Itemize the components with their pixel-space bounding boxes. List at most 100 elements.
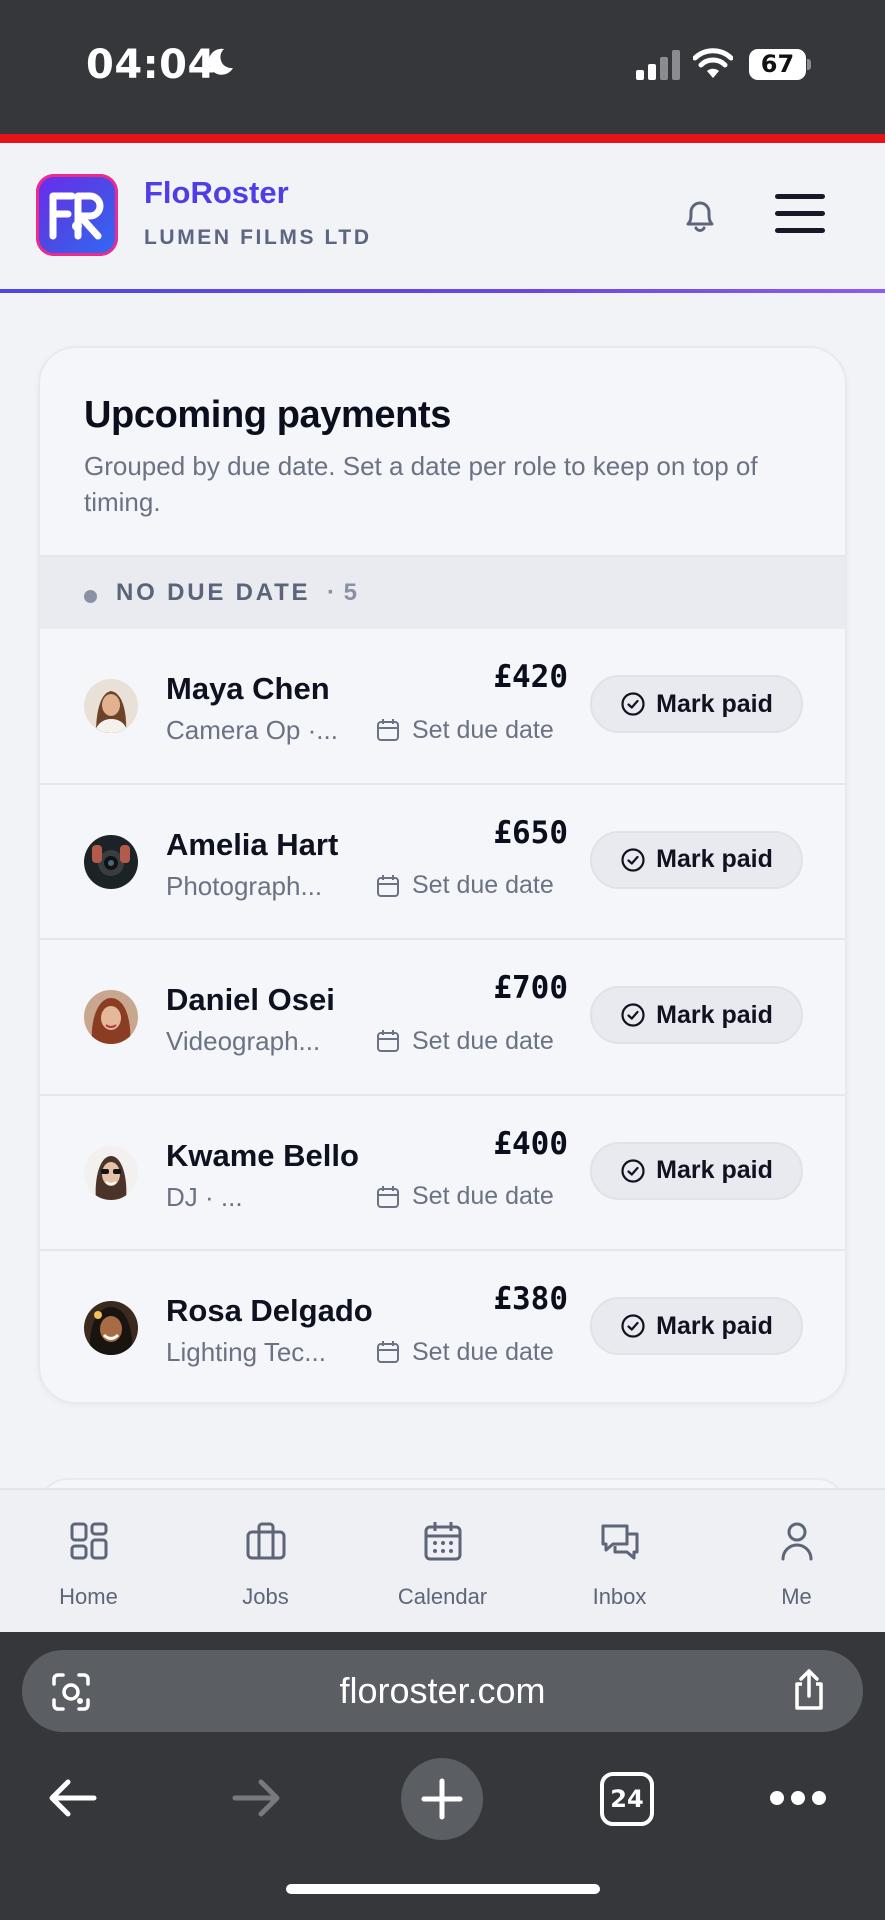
avatar xyxy=(84,990,138,1044)
status-bar: 04:04 67 xyxy=(0,0,885,134)
payment-list: Maya Chen Camera Op ·... £420 Set due da… xyxy=(40,629,845,1402)
card-subtitle: Grouped by due date. Set a date per role… xyxy=(84,451,758,517)
payment-amount: £700 xyxy=(493,970,568,1006)
app-logo[interactable] xyxy=(36,174,118,256)
nav-inbox-label: Inbox xyxy=(592,1584,647,1609)
payee-name: Amelia Hart xyxy=(166,826,339,862)
payment-row: Maya Chen Camera Op ·... £420 Set due da… xyxy=(40,629,845,785)
group-header-no-due-date: NO DUE DATE · 5 xyxy=(40,555,845,629)
set-due-date-label: Set due date xyxy=(412,1026,554,1055)
mark-paid-button[interactable]: Mark paid xyxy=(590,1141,803,1200)
battery-level: 67 xyxy=(749,49,806,80)
grid-icon xyxy=(70,1522,108,1560)
calendar-icon xyxy=(424,1522,462,1561)
check-circle-icon xyxy=(621,847,645,872)
home-indicator xyxy=(286,1884,600,1894)
new-tab-button[interactable] xyxy=(401,1758,483,1840)
set-due-date-label: Set due date xyxy=(412,1182,554,1210)
logo-mark-icon xyxy=(49,192,104,240)
org-name: LUMEN FILMS LTD xyxy=(144,226,372,249)
plus-icon xyxy=(421,1778,463,1820)
accent-line xyxy=(0,134,885,143)
payment-row: Kwame Bello DJ · ... £400 Set due date M… xyxy=(40,1096,845,1251)
check-circle-icon xyxy=(621,1003,645,1027)
url-text: floroster.com xyxy=(339,1670,546,1711)
check-circle-icon xyxy=(621,692,645,716)
mark-paid-button[interactable]: Mark paid xyxy=(590,830,803,889)
share-icon[interactable] xyxy=(788,1668,830,1712)
nav-jobs[interactable]: Jobs xyxy=(177,1490,354,1634)
mark-paid-button[interactable]: Mark paid xyxy=(590,675,803,733)
avatar xyxy=(84,679,138,733)
payment-amount: £380 xyxy=(493,1281,568,1317)
signal-icon xyxy=(636,50,680,80)
payee-name: Rosa Delgado xyxy=(166,1293,373,1328)
mark-paid-label: Mark paid xyxy=(656,845,773,873)
avatar xyxy=(84,834,138,889)
set-due-date-button[interactable]: Set due date xyxy=(376,1335,554,1369)
bottom-nav: Home Jobs Calendar Inbox Me xyxy=(0,1488,885,1632)
payee-role: Lighting Tec... xyxy=(166,1337,326,1367)
set-due-date-label: Set due date xyxy=(412,1337,554,1366)
nav-inbox[interactable]: Inbox xyxy=(531,1490,708,1634)
mark-paid-label: Mark paid xyxy=(656,1311,773,1340)
nav-jobs-label: Jobs xyxy=(242,1584,289,1609)
nav-home[interactable]: Home xyxy=(0,1490,177,1634)
more-icon[interactable] xyxy=(770,1788,826,1808)
payee-role: Photograph... xyxy=(166,870,323,901)
nav-me[interactable]: Me xyxy=(708,1490,885,1634)
group-dot xyxy=(84,590,97,603)
app-name: FloRoster xyxy=(144,175,289,210)
payment-amount: £400 xyxy=(493,1125,568,1162)
set-due-date-button[interactable]: Set due date xyxy=(376,1180,554,1214)
set-due-date-label: Set due date xyxy=(412,871,554,899)
forward-arrow-icon[interactable] xyxy=(229,1770,285,1826)
payee-role: DJ · ... xyxy=(166,1181,243,1212)
upcoming-payments-card: Upcoming payments Grouped by due date. S… xyxy=(38,346,847,1404)
mark-paid-label: Mark paid xyxy=(656,689,773,718)
mark-paid-button[interactable]: Mark paid xyxy=(590,986,803,1044)
bell-icon[interactable] xyxy=(678,193,722,237)
payment-row: Amelia Hart Photograph... £650 Set due d… xyxy=(40,785,845,940)
tabs-icon[interactable]: 24 xyxy=(600,1772,654,1826)
calendar-icon xyxy=(377,1341,399,1363)
address-bar[interactable]: floroster.com xyxy=(22,1650,863,1732)
app-header: FloRoster LUMEN FILMS LTD xyxy=(0,143,885,293)
payment-row: Rosa Delgado Lighting Tec... £380 Set du… xyxy=(40,1251,845,1402)
mark-paid-label: Mark paid xyxy=(656,1156,773,1184)
browser-toolbar: floroster.com 24 xyxy=(0,1632,885,1920)
payee-role: Videograph... xyxy=(166,1026,321,1056)
check-circle-icon xyxy=(621,1158,645,1183)
battery-icon: 67 xyxy=(749,49,811,80)
mark-paid-label: Mark paid xyxy=(656,1000,773,1029)
avatar xyxy=(84,1145,138,1200)
user-icon xyxy=(781,1522,813,1561)
group-count: · 5 xyxy=(327,579,359,606)
payment-amount: £420 xyxy=(493,659,568,695)
calendar-icon xyxy=(377,719,399,741)
avatar xyxy=(84,1301,138,1355)
briefcase-icon xyxy=(246,1522,286,1560)
check-circle-icon xyxy=(621,1314,645,1338)
payee-role: Camera Op ·... xyxy=(166,715,338,745)
set-due-date-button[interactable]: Set due date xyxy=(376,713,554,747)
payment-row: Daniel Osei Videograph... £700 Set due d… xyxy=(40,940,845,1096)
back-arrow-icon[interactable] xyxy=(44,1770,100,1826)
payee-name: Daniel Osei xyxy=(166,982,335,1017)
payee-name: Kwame Bello xyxy=(166,1137,359,1173)
calendar-icon xyxy=(377,1030,399,1052)
header-divider xyxy=(0,289,885,293)
calendar-icon xyxy=(377,1185,399,1208)
set-due-date-button[interactable]: Set due date xyxy=(376,869,554,903)
payment-amount: £650 xyxy=(493,814,568,851)
status-time: 04:04 xyxy=(86,42,216,88)
nav-calendar[interactable]: Calendar xyxy=(354,1490,531,1634)
nav-calendar-label: Calendar xyxy=(397,1584,488,1609)
hamburger-menu-icon[interactable] xyxy=(773,190,827,238)
moon-icon xyxy=(208,48,233,75)
set-due-date-button[interactable]: Set due date xyxy=(376,1024,554,1058)
group-label: NO DUE DATE xyxy=(116,579,311,606)
nav-me-label: Me xyxy=(781,1584,812,1609)
mark-paid-button[interactable]: Mark paid xyxy=(590,1297,803,1355)
calendar-icon xyxy=(377,874,399,897)
